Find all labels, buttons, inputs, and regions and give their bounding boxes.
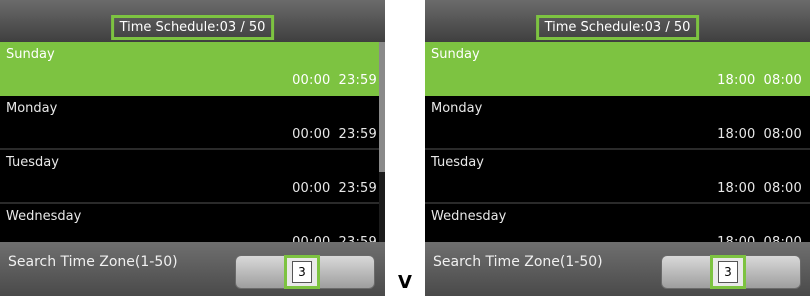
search-label: Search Time Zone(1-50) bbox=[433, 254, 603, 270]
end-time: 08:00 bbox=[763, 127, 802, 142]
screen-title: Time Schedule:03 / 50 bbox=[535, 15, 700, 40]
start-time: 00:00 bbox=[292, 181, 331, 196]
start-time: 00:00 bbox=[292, 73, 331, 88]
day-label: Tuesday bbox=[431, 155, 484, 170]
search-value: 3 bbox=[718, 261, 738, 283]
end-time: 23:59 bbox=[338, 181, 377, 196]
scrollbar[interactable] bbox=[379, 42, 385, 274]
time-range: 00:00 23:59 bbox=[292, 127, 377, 142]
search-value-box[interactable]: 3 bbox=[284, 255, 320, 289]
day-list: Sunday 00:00 23:59 Monday 00:00 23:59 Tues… bbox=[0, 42, 385, 274]
screen-title: Time Schedule:03 / 50 bbox=[110, 15, 275, 40]
list-item-monday[interactable]: Monday 18:00 08:00 bbox=[425, 96, 810, 150]
time-schedule-screen-left: Time Schedule:03 / 50 Sunday 00:00 23:59 … bbox=[0, 0, 385, 296]
end-time: 23:59 bbox=[338, 73, 377, 88]
day-label: Sunday bbox=[431, 47, 480, 62]
day-label: Tuesday bbox=[6, 155, 59, 170]
list-item-tuesday[interactable]: Tuesday 00:00 23:59 bbox=[0, 150, 385, 204]
search-footer: Search Time Zone(1-50) 3 bbox=[0, 242, 385, 296]
start-time: 18:00 bbox=[717, 127, 756, 142]
day-list: Sunday 18:00 08:00 Monday 18:00 08:00 Tues… bbox=[425, 42, 810, 274]
end-time: 08:00 bbox=[763, 181, 802, 196]
start-time: 18:00 bbox=[717, 181, 756, 196]
title-bar: Time Schedule:03 / 50 bbox=[425, 0, 810, 42]
title-bar: Time Schedule:03 / 50 bbox=[0, 0, 385, 42]
scrollbar-thumb[interactable] bbox=[379, 42, 385, 172]
list-item-sunday[interactable]: Sunday 00:00 23:59 bbox=[0, 42, 385, 96]
time-range: 18:00 08:00 bbox=[717, 127, 802, 142]
list-item-tuesday[interactable]: Tuesday 18:00 08:00 bbox=[425, 150, 810, 204]
time-range: 18:00 08:00 bbox=[717, 181, 802, 196]
end-time: 23:59 bbox=[338, 127, 377, 142]
day-label: Wednesday bbox=[431, 209, 507, 224]
list-item-monday[interactable]: Monday 00:00 23:59 bbox=[0, 96, 385, 150]
search-value: 3 bbox=[292, 261, 312, 283]
search-label: Search Time Zone(1-50) bbox=[8, 254, 178, 270]
search-value-box[interactable]: 3 bbox=[710, 255, 746, 289]
time-range: 18:00 08:00 bbox=[717, 73, 802, 88]
day-label: Sunday bbox=[6, 47, 55, 62]
time-range: 00:00 23:59 bbox=[292, 73, 377, 88]
start-time: 18:00 bbox=[717, 73, 756, 88]
day-label: Wednesday bbox=[6, 209, 82, 224]
search-time-zone-input[interactable]: 3 bbox=[235, 255, 375, 289]
list-item-sunday[interactable]: Sunday 18:00 08:00 bbox=[425, 42, 810, 96]
start-time: 00:00 bbox=[292, 127, 331, 142]
day-label: Monday bbox=[431, 101, 483, 116]
day-label: Monday bbox=[6, 101, 58, 116]
search-time-zone-input[interactable]: 3 bbox=[661, 255, 801, 289]
end-time: 08:00 bbox=[763, 73, 802, 88]
search-footer: Search Time Zone(1-50) 3 bbox=[425, 242, 810, 296]
time-schedule-screen-right: Time Schedule:03 / 50 Sunday 18:00 08:00 … bbox=[425, 0, 810, 296]
time-range: 00:00 23:59 bbox=[292, 181, 377, 196]
separator-label: V bbox=[398, 272, 412, 293]
